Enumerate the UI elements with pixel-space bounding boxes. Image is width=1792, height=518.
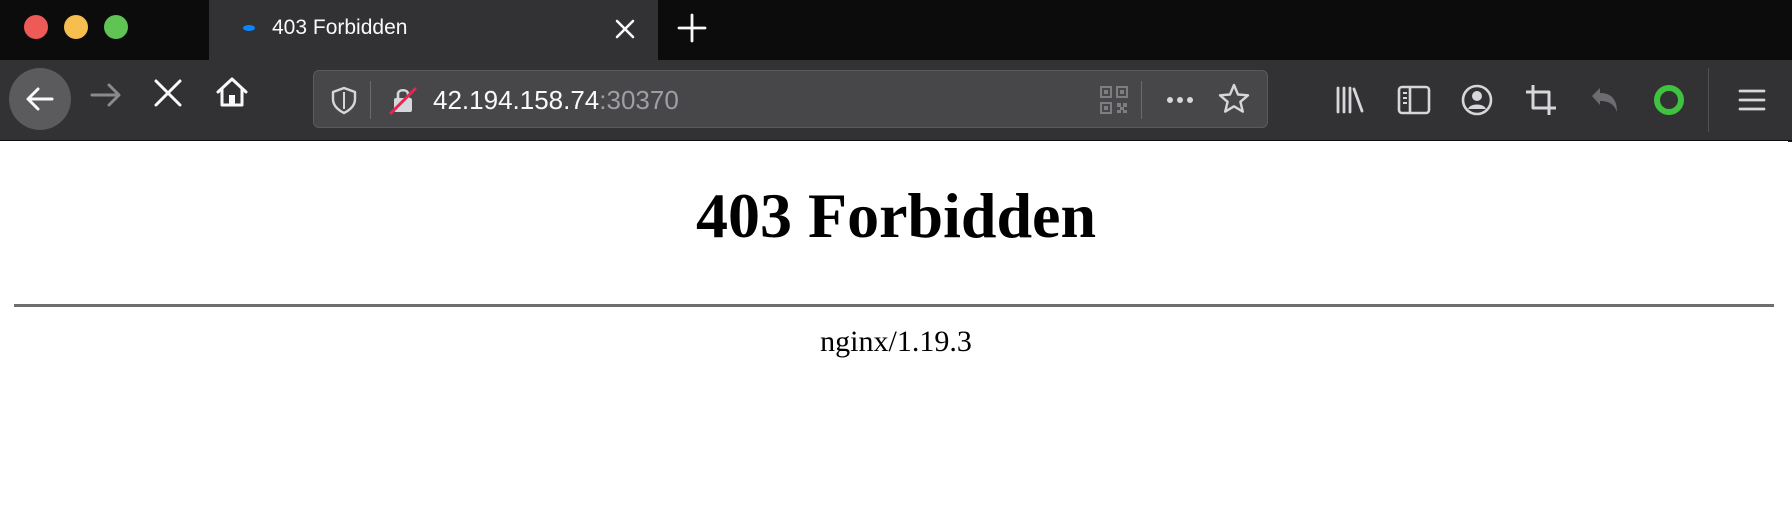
tab-title: 403 Forbidden (272, 16, 408, 39)
url-bar[interactable]: 42.194.158.74:30370 (313, 70, 1268, 128)
toolbar-separator (1708, 68, 1709, 132)
navigation-toolbar: 42.194.158.74:30370 (0, 60, 1792, 141)
server-signature: nginx/1.19.3 (820, 325, 972, 358)
hamburger-menu-icon[interactable] (1734, 82, 1770, 118)
loading-dot-icon (243, 25, 255, 31)
new-tab-button[interactable] (674, 10, 710, 46)
page-content: 403 Forbidden nginx/1.19.3 (0, 142, 1792, 518)
more-icon[interactable] (1164, 84, 1196, 116)
insecure-lock-icon[interactable] (387, 84, 419, 116)
sidebar-icon[interactable] (1396, 82, 1432, 118)
active-tab[interactable]: 403 Forbidden (209, 0, 658, 60)
account-icon[interactable] (1459, 82, 1495, 118)
url-host: 42.194.158.74 (433, 85, 600, 115)
crop-icon[interactable] (1523, 82, 1559, 118)
library-icon[interactable] (1332, 82, 1368, 118)
horizontal-rule (14, 304, 1774, 307)
window-maximize-button[interactable] (104, 15, 128, 39)
window-minimize-button[interactable] (64, 15, 88, 39)
url-separator-right (1141, 81, 1142, 119)
url-port: :30370 (599, 85, 679, 115)
home-icon[interactable] (213, 73, 251, 111)
tab-strip: 403 Forbidden (0, 0, 1792, 60)
forward-arrow-icon[interactable] (86, 75, 126, 115)
back-arrow-icon (26, 87, 54, 111)
page-heading: 403 Forbidden (695, 180, 1097, 251)
shield-icon[interactable] (328, 84, 360, 116)
extension-ring-icon[interactable] (1651, 82, 1687, 118)
url-text[interactable]: 42.194.158.74:30370 (433, 85, 679, 116)
qr-code-icon[interactable] (1098, 84, 1130, 116)
url-separator (370, 81, 371, 119)
undo-icon[interactable] (1587, 82, 1623, 118)
stop-icon[interactable] (150, 75, 186, 111)
back-button[interactable] (9, 68, 71, 130)
window-close-button[interactable] (24, 15, 48, 39)
star-icon[interactable] (1217, 82, 1251, 116)
close-icon[interactable] (609, 13, 641, 45)
